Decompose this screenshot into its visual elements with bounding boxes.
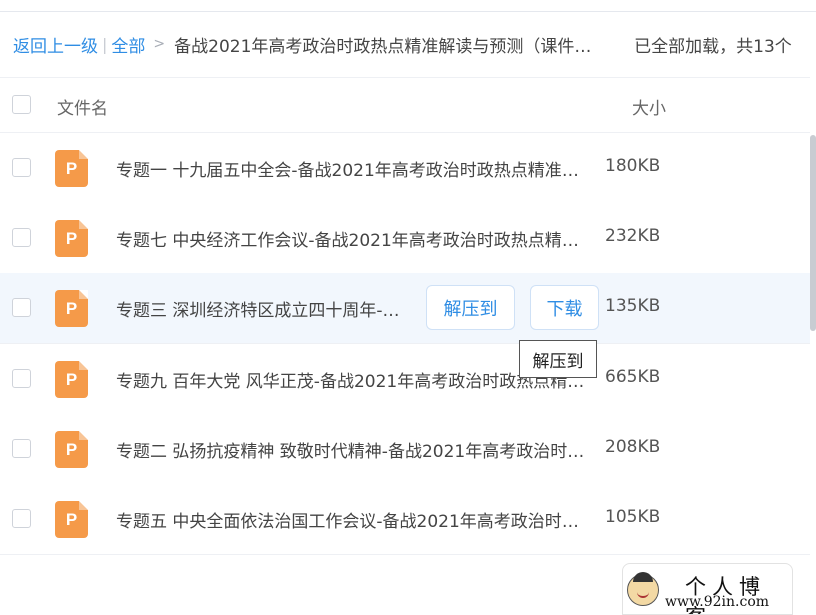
ppt-file-icon: P (55, 501, 88, 538)
file-size: 135KB (605, 296, 661, 316)
breadcrumb: 返回上一级 | 全部 > 备战2021年高考政治时政热点精准解读与预测（课件… … (13, 32, 813, 57)
back-link[interactable]: 返回上一级 (13, 32, 98, 57)
current-folder: 备战2021年高考政治时政热点精准解读与预测（课件… (174, 36, 592, 57)
file-name[interactable]: 专题三 深圳经济特区成立四十周年-备战2021年高考政治时政热点精准解读与预测（… (116, 296, 414, 321)
file-name[interactable]: 专题九 百年大党 风华正茂-备战2021年高考政治时政热点精准解读与预测（课件） (116, 367, 588, 392)
file-name[interactable]: 专题二 弘扬抗疫精神 致敬时代精神-备战2021年高考政治时政热点精准解读与预测… (116, 437, 588, 462)
chevron-right-icon: > (153, 36, 166, 52)
ppt-file-icon: P (55, 290, 88, 327)
tooltip: 解压到 (519, 340, 597, 378)
ppt-file-icon: P (55, 220, 88, 257)
file-size: 208KB (605, 437, 661, 457)
column-size-header: 大小 (632, 99, 666, 119)
download-button[interactable]: 下载 (530, 285, 599, 330)
load-status: 已全部加载，共13个 (634, 36, 792, 57)
watermark-logo: 个人博客 www.92in.com (622, 563, 793, 615)
row-checkbox[interactable] (12, 158, 31, 177)
table-row[interactable]: P 专题一 十九届五中全会-备战2021年高考政治时政热点精准解读与预测（课件）… (0, 133, 810, 204)
table-row[interactable]: P 专题五 中央全面依法治国工作会议-备战2021年高考政治时政热点精准解读与预… (0, 484, 810, 555)
row-checkbox[interactable] (12, 298, 31, 317)
column-name-header: 文件名 (57, 99, 108, 119)
table-row[interactable]: P 专题二 弘扬抗疫精神 致敬时代精神-备战2021年高考政治时政热点精准解读与… (0, 414, 810, 485)
row-checkbox[interactable] (12, 509, 31, 528)
row-checkbox[interactable] (12, 228, 31, 247)
file-name[interactable]: 专题五 中央全面依法治国工作会议-备战2021年高考政治时政热点精准解读与预测（… (116, 507, 588, 532)
extract-to-button[interactable]: 解压到 (426, 285, 515, 330)
file-name[interactable]: 专题一 十九届五中全会-备战2021年高考政治时政热点精准解读与预测（课件） (116, 156, 588, 181)
table-row-hovered[interactable]: P 专题三 深圳经济特区成立四十周年-备战2021年高考政治时政热点精准解读与预… (0, 273, 810, 344)
ppt-file-icon: P (55, 361, 88, 398)
breadcrumb-separator: | (102, 34, 108, 54)
watermark-url: www.92in.com (665, 594, 770, 610)
row-checkbox[interactable] (12, 369, 31, 388)
table-row[interactable]: P 专题九 百年大党 风华正茂-备战2021年高考政治时政热点精准解读与预测（课… (0, 344, 810, 415)
all-link[interactable]: 全部 (111, 32, 145, 57)
file-name[interactable]: 专题七 中央经济工作会议-备战2021年高考政治时政热点精准解读与预测（课件） (116, 226, 588, 251)
file-size: 232KB (605, 226, 661, 246)
ppt-file-icon: P (55, 431, 88, 468)
select-all-checkbox[interactable] (12, 95, 31, 114)
file-size: 180KB (605, 156, 661, 176)
table-row[interactable]: P 专题七 中央经济工作会议-备战2021年高考政治时政热点精准解读与预测（课件… (0, 203, 810, 274)
row-checkbox[interactable] (12, 439, 31, 458)
top-bar (0, 0, 816, 12)
table-header: 文件名 大小 (0, 77, 810, 133)
file-size: 105KB (605, 507, 661, 527)
avatar-icon (627, 572, 659, 606)
file-size: 665KB (605, 367, 661, 387)
scrollbar[interactable] (810, 135, 816, 331)
ppt-file-icon: P (55, 150, 88, 187)
